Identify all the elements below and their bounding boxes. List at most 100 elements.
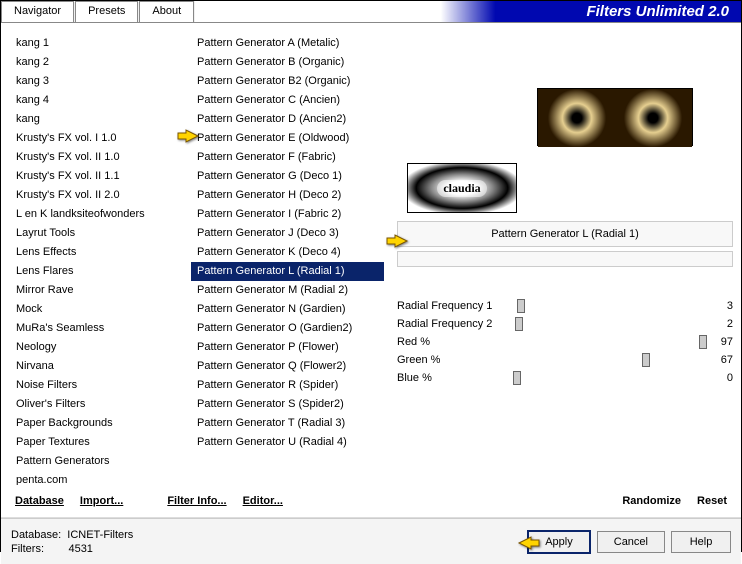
list-item[interactable]: Pattern Generator U (Radial 4): [191, 433, 384, 452]
list-item[interactable]: Neology: [10, 338, 183, 357]
list-item[interactable]: Pattern Generator Q (Flower2): [191, 357, 384, 376]
slider-row: Red %97: [397, 333, 733, 351]
list-item[interactable]: Nirvana: [10, 357, 183, 376]
list-item[interactable]: Pattern Generator E (Oldwood): [191, 129, 384, 148]
slider-value: 2: [709, 318, 733, 330]
list-item[interactable]: Layrut Tools: [10, 224, 183, 243]
database-value: ICNET-Filters: [67, 529, 133, 541]
list-item[interactable]: Lens Effects: [10, 243, 183, 262]
filter-list[interactable]: Pattern Generator A (Metalic)Pattern Gen…: [190, 33, 385, 485]
main-content: kang 1kang 2kang 3kang 4kangKrusty's FX …: [1, 23, 741, 485]
list-item[interactable]: Pattern Generator C (Ancien): [191, 91, 384, 110]
list-item[interactable]: Pattern Generator A (Metalic): [191, 34, 384, 53]
slider-row: Blue % 0: [397, 369, 733, 387]
list-item[interactable]: Pattern Generator I (Fabric 2): [191, 205, 384, 224]
list-item[interactable]: L en K landksiteofwonders: [10, 205, 183, 224]
list-item[interactable]: Pattern Generators: [10, 452, 183, 471]
slider-label: Radial Frequency 2: [397, 318, 517, 330]
list-item[interactable]: Pattern Generator N (Gardien): [191, 300, 384, 319]
list-item[interactable]: Pattern Generator O (Gardien2): [191, 319, 384, 338]
list-item[interactable]: Pattern Generator R (Spider): [191, 376, 384, 395]
list-item[interactable]: Pattern Generator B2 (Organic): [191, 72, 384, 91]
apply-button[interactable]: Apply: [527, 530, 591, 554]
list-item[interactable]: kang 4: [10, 91, 183, 110]
list-item[interactable]: kang 3: [10, 72, 183, 91]
slider-thumb[interactable]: [513, 371, 521, 385]
editor-button[interactable]: Editor...: [239, 489, 287, 513]
list-item[interactable]: Pattern Generator D (Ancien2): [191, 110, 384, 129]
filter-name-label: Pattern Generator L (Radial 1): [397, 221, 733, 247]
filters-label: Filters:: [11, 543, 44, 555]
list-item[interactable]: Paper Backgrounds: [10, 414, 183, 433]
preview-column: claudia Pattern Generator L (Radial 1) R…: [391, 33, 733, 485]
slider-thumb[interactable]: [642, 353, 650, 367]
slider-track[interactable]: [517, 371, 709, 385]
slider-track[interactable]: [517, 353, 709, 367]
list-item[interactable]: Pattern Generator T (Radial 3): [191, 414, 384, 433]
list-item[interactable]: Pattern Generator P (Flower): [191, 338, 384, 357]
database-button[interactable]: Database: [11, 489, 68, 513]
slider-value: 0: [709, 372, 733, 384]
filters-value: 4531: [68, 543, 92, 555]
category-list[interactable]: kang 1kang 2kang 3kang 4kangKrusty's FX …: [9, 33, 184, 485]
slider-row: Radial Frequency 1 3: [397, 297, 733, 315]
tab-navigator[interactable]: Navigator: [1, 1, 74, 22]
import-button[interactable]: Import...: [76, 489, 127, 513]
slider-panel: Radial Frequency 1 3 Radial Frequency 2 2 Re…: [397, 297, 733, 387]
slider-track[interactable]: [517, 335, 709, 349]
list-item[interactable]: Krusty's FX vol. II 1.1: [10, 167, 183, 186]
list-item[interactable]: Pattern Generator B (Organic): [191, 53, 384, 72]
category-column: kang 1kang 2kang 3kang 4kangKrusty's FX …: [9, 33, 184, 485]
list-item[interactable]: Krusty's FX vol. II 2.0: [10, 186, 183, 205]
slider-thumb[interactable]: [515, 317, 523, 331]
cancel-button[interactable]: Cancel: [597, 531, 665, 553]
preview-image: [537, 88, 693, 146]
app-title: Filters Unlimited 2.0: [195, 1, 741, 22]
progress-bar: [397, 251, 733, 267]
toolbar: Database Import... Filter Info... Editor…: [1, 485, 741, 518]
slider-value: 67: [709, 354, 733, 366]
list-item[interactable]: MuRa's Seamless: [10, 319, 183, 338]
help-button[interactable]: Help: [671, 531, 731, 553]
slider-thumb[interactable]: [517, 299, 525, 313]
list-item[interactable]: Pattern Generator F (Fabric): [191, 148, 384, 167]
preview-area: claudia: [397, 33, 733, 213]
tab-about[interactable]: About: [139, 1, 194, 22]
list-item[interactable]: kang 2: [10, 53, 183, 72]
slider-label: Blue %: [397, 372, 517, 384]
slider-value: 3: [709, 300, 733, 312]
list-item[interactable]: kang 1: [10, 34, 183, 53]
list-item[interactable]: Pattern Generator G (Deco 1): [191, 167, 384, 186]
list-item[interactable]: Lens Flares: [10, 262, 183, 281]
list-item[interactable]: Mirror Rave: [10, 281, 183, 300]
randomize-button[interactable]: Randomize: [618, 489, 685, 513]
header-bar: Navigator Presets About Filters Unlimite…: [1, 1, 741, 23]
list-item[interactable]: Pattern Generator M (Radial 2): [191, 281, 384, 300]
filter-info-button[interactable]: Filter Info...: [163, 489, 230, 513]
list-item[interactable]: Pattern Generator S (Spider2): [191, 395, 384, 414]
slider-label: Green %: [397, 354, 517, 366]
slider-thumb[interactable]: [699, 335, 707, 349]
list-item[interactable]: Paper Textures: [10, 433, 183, 452]
filter-column: Pattern Generator A (Metalic)Pattern Gen…: [190, 33, 385, 485]
list-item[interactable]: penta.com: [10, 471, 183, 485]
list-item[interactable]: Mock: [10, 300, 183, 319]
tab-presets[interactable]: Presets: [75, 1, 138, 22]
list-item[interactable]: Krusty's FX vol. II 1.0: [10, 148, 183, 167]
slider-label: Red %: [397, 336, 517, 348]
database-label: Database:: [11, 529, 61, 541]
slider-label: Radial Frequency 1: [397, 300, 517, 312]
list-item[interactable]: Oliver's Filters: [10, 395, 183, 414]
watermark-image: claudia: [407, 163, 517, 213]
footer: Database: ICNET-Filters Filters: 4531 Ap…: [1, 518, 741, 564]
slider-track[interactable]: [517, 299, 709, 313]
slider-track[interactable]: [517, 317, 709, 331]
list-item[interactable]: Pattern Generator L (Radial 1): [191, 262, 384, 281]
list-item[interactable]: Krusty's FX vol. I 1.0: [10, 129, 183, 148]
reset-button[interactable]: Reset: [693, 489, 731, 513]
list-item[interactable]: Noise Filters: [10, 376, 183, 395]
list-item[interactable]: Pattern Generator J (Deco 3): [191, 224, 384, 243]
list-item[interactable]: Pattern Generator K (Deco 4): [191, 243, 384, 262]
list-item[interactable]: Pattern Generator H (Deco 2): [191, 186, 384, 205]
list-item[interactable]: kang: [10, 110, 183, 129]
